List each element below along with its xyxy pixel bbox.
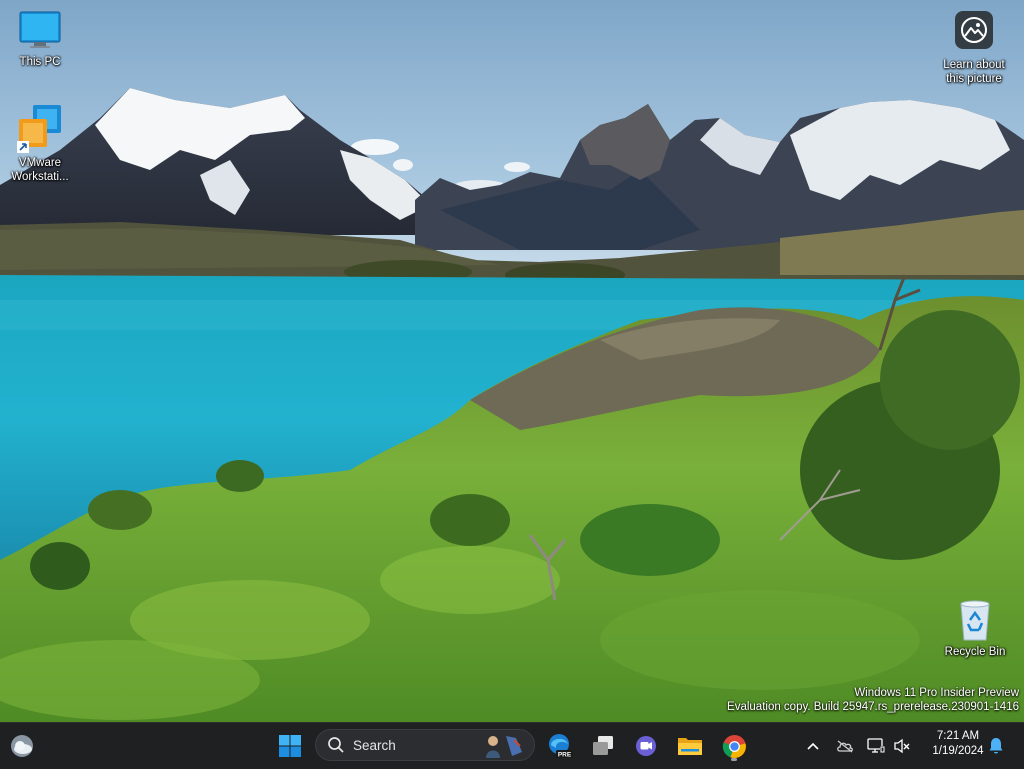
- desktop-icon-vmware[interactable]: VMware Workstati...: [0, 103, 80, 184]
- desktop-wallpaper: [0, 0, 1024, 722]
- teams-chat-icon: [636, 736, 656, 756]
- watermark-line-edition: Windows 11 Pro Insider Preview: [854, 687, 1019, 699]
- taskbar-app-edge-preview[interactable]: PRE: [542, 729, 578, 763]
- task-view-icon: [593, 736, 613, 755]
- desktop-icon-label: Learn about this picture: [943, 59, 1005, 85]
- tray-onedrive[interactable]: [835, 736, 855, 756]
- notification-center-button[interactable]: [986, 736, 1006, 756]
- show-hidden-icons-button[interactable]: [803, 736, 823, 756]
- chrome-icon: [722, 734, 746, 758]
- taskbar-app-file-explorer[interactable]: [672, 729, 708, 763]
- start-button[interactable]: [272, 729, 308, 763]
- monitor-icon: [19, 11, 61, 48]
- learn-about-picture-icon: [955, 11, 993, 49]
- edge-preview-icon: PRE: [549, 734, 573, 758]
- edge-badge: PRE: [558, 751, 572, 758]
- chevron-up-icon: [807, 742, 819, 750]
- tray-network[interactable]: [866, 736, 886, 756]
- desktop-icon-this-pc[interactable]: This PC: [0, 10, 80, 69]
- desktop-icon-label: This PC: [19, 56, 61, 68]
- taskbar-app-chrome[interactable]: [716, 729, 752, 763]
- weather-cloud-icon: [11, 735, 33, 757]
- search-icon: [328, 737, 344, 753]
- search-highlight-image-icon: [482, 732, 528, 758]
- taskbar-search-box[interactable]: Search: [315, 729, 535, 761]
- file-explorer-icon: [678, 738, 702, 755]
- running-indicator: [731, 758, 737, 761]
- desktop-icon-recycle-bin[interactable]: Recycle Bin: [935, 598, 1015, 659]
- speaker-muted-icon: [894, 738, 910, 754]
- notification-bell-icon: [989, 738, 1003, 754]
- task-view-button[interactable]: [585, 729, 621, 763]
- desktop-icon-label: Recycle Bin: [944, 646, 1006, 658]
- evaluation-watermark: Windows 11 Pro Insider Preview Evaluatio…: [727, 686, 1019, 714]
- taskbar-app-chat[interactable]: [628, 729, 664, 763]
- desktop-icon-label: VMware Workstati...: [11, 157, 69, 183]
- start-icon: [279, 735, 301, 757]
- recycle-bin-icon: [960, 600, 990, 641]
- tray-volume[interactable]: [892, 736, 912, 756]
- taskbar: Search PRE 7:21 AM 1/19/2024: [0, 722, 1024, 769]
- network-icon: [867, 738, 885, 753]
- desktop-icon-learn-about-picture[interactable]: Learn about this picture: [934, 11, 1014, 86]
- vmware-workstation-icon: [17, 105, 61, 153]
- widgets-button[interactable]: [4, 729, 40, 763]
- onedrive-icon: [837, 740, 853, 753]
- search-placeholder: Search: [353, 737, 396, 753]
- watermark-line-build: Evaluation copy. Build 25947.rs_prerelea…: [727, 701, 1019, 713]
